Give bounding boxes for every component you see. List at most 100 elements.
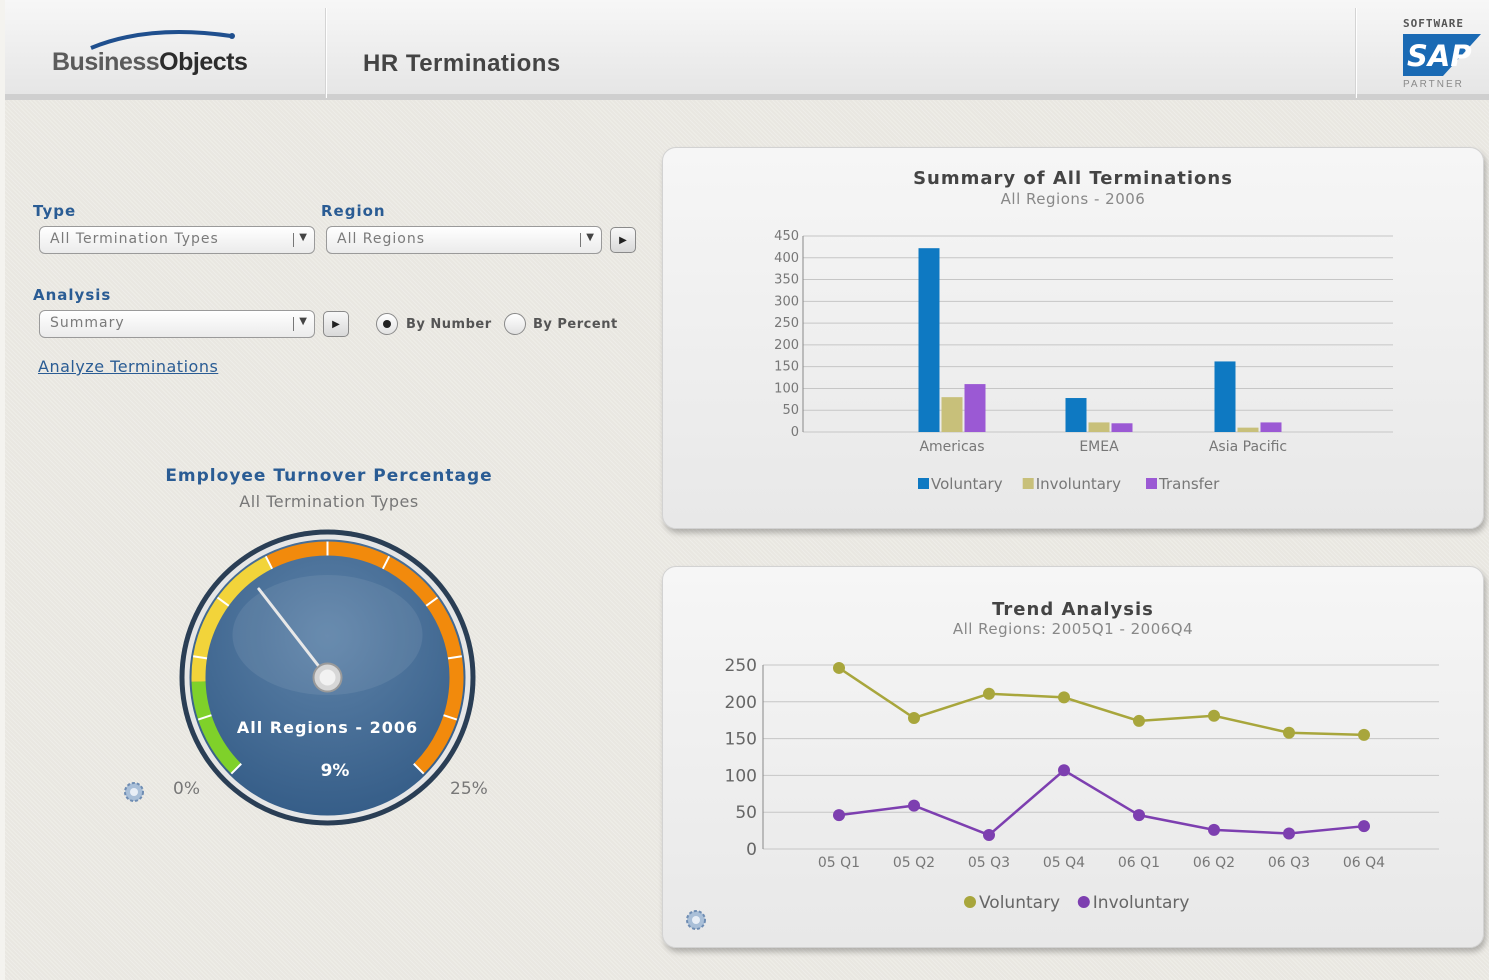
x-tick-label: EMEA — [1079, 439, 1119, 455]
svg-text:SAP: SAP — [1407, 39, 1472, 73]
bar-transfer-asia-pacific — [1260, 422, 1282, 432]
header-bar: BusinessObjects HR Terminations SOFTWARE… — [5, 0, 1489, 100]
summary-chart-panel: Summary of All Terminations All Regions … — [662, 147, 1484, 529]
legend-label: Voluntary — [979, 893, 1060, 913]
bar-voluntary-asia-pacific — [1214, 361, 1236, 432]
legend-label: Involuntary — [1036, 475, 1121, 493]
bar-involuntary-americas — [941, 397, 963, 432]
analysis-dropdown[interactable]: Summary ▼ — [39, 310, 315, 338]
y-tick-label: 50 — [782, 403, 799, 418]
chevron-down-icon: ▼ — [586, 232, 595, 243]
turnover-gauge: All Regions - 2006 9% — [179, 529, 476, 826]
header-divider — [1355, 8, 1356, 98]
trend-settings-gear-icon[interactable] — [685, 909, 707, 931]
gauge-value: 9% — [321, 761, 350, 781]
gauge-caption: All Regions - 2006 — [237, 718, 418, 737]
region-dropdown-value: All Regions — [337, 231, 426, 247]
by-percent-label[interactable]: By Percent — [533, 317, 618, 332]
summary-bar-chart: 0 50 100 150 200 250 300 350 400 450 Americas EMEA A… — [774, 229, 1393, 493]
legend-swatch — [1022, 478, 1034, 489]
x-tick-label: Americas — [919, 439, 984, 455]
legend-label: Involuntary — [1093, 893, 1190, 913]
y-tick-label: 100 — [725, 766, 757, 786]
point-voluntary — [1133, 714, 1145, 727]
x-tick-label: 05 Q2 — [893, 855, 935, 871]
analyze-terminations-link[interactable]: Analyze Terminations — [38, 357, 218, 376]
gauge-settings-gear-icon[interactable] — [123, 781, 145, 803]
bar-transfer-americas — [964, 384, 986, 432]
y-tick-label: 50 — [735, 803, 757, 823]
y-tick-label: 250 — [774, 316, 799, 331]
by-number-radio[interactable] — [376, 313, 398, 335]
radio-selected-dot — [383, 320, 391, 328]
header-divider — [325, 8, 326, 98]
point-involuntary — [833, 809, 845, 822]
legend-swatch — [918, 478, 929, 489]
trend-line-chart: 0 50 100 150 200 250 05 Q1 05 Q2 05 Q3 05 Q4 06 Q1… — [725, 656, 1439, 913]
by-number-label[interactable]: By Number — [406, 317, 492, 332]
point-involuntary — [908, 799, 920, 812]
point-voluntary — [1283, 726, 1295, 739]
point-voluntary — [983, 687, 995, 700]
point-involuntary — [1133, 809, 1145, 822]
legend-label: Voluntary — [931, 475, 1003, 493]
point-voluntary — [833, 661, 845, 674]
legend-swatch — [1077, 896, 1090, 908]
x-tick-label: 06 Q4 — [1343, 855, 1385, 871]
x-tick-label: 05 Q3 — [968, 855, 1010, 871]
type-label: Type — [33, 202, 77, 220]
region-dropdown[interactable]: All Regions ▼ — [326, 226, 602, 254]
analysis-label: Analysis — [33, 286, 112, 304]
legend-swatch — [1146, 478, 1157, 489]
point-involuntary — [983, 829, 995, 842]
point-involuntary — [1358, 820, 1370, 833]
brand-swoosh-icon — [90, 30, 235, 50]
play-icon: ▶ — [332, 319, 340, 330]
play-icon: ▶ — [619, 235, 627, 246]
point-involuntary — [1283, 827, 1295, 840]
sap-partner-logo: SOFTWARE SAP PARTNER — [1397, 14, 1487, 94]
y-tick-label: 150 — [725, 730, 757, 750]
legend-label: Transfer — [1158, 475, 1220, 493]
sap-logo-icon: SAP — [1403, 34, 1481, 76]
y-tick-label: 150 — [774, 360, 799, 375]
region-label: Region — [321, 202, 386, 220]
y-tick-label: 100 — [774, 381, 799, 396]
legend-swatch — [964, 896, 976, 908]
x-tick-label: 06 Q3 — [1268, 855, 1310, 871]
bar-involuntary-emea — [1088, 422, 1110, 432]
bar-voluntary-emea — [1065, 398, 1087, 432]
region-go-button[interactable]: ▶ — [610, 227, 636, 253]
brand-logo: BusinessObjects — [52, 48, 248, 76]
point-voluntary — [1208, 709, 1220, 722]
y-tick-label: 400 — [774, 251, 799, 266]
y-tick-label: 350 — [774, 273, 799, 288]
chevron-down-icon: ▼ — [299, 316, 308, 327]
analysis-dropdown-value: Summary — [50, 315, 125, 331]
dashboard-app: BusinessObjects HR Terminations SOFTWARE… — [5, 0, 1489, 980]
x-tick-label: Asia Pacific — [1209, 439, 1287, 455]
y-tick-label: 200 — [774, 338, 799, 353]
point-involuntary — [1058, 764, 1070, 777]
type-dropdown[interactable]: All Termination Types ▼ — [39, 226, 315, 254]
type-dropdown-value: All Termination Types — [50, 231, 219, 247]
bar-transfer-emea — [1111, 423, 1133, 432]
gauge-min-label: 0% — [173, 779, 200, 799]
y-tick-label: 450 — [774, 229, 799, 244]
by-percent-radio[interactable] — [504, 313, 526, 335]
gauge-subtitle: All Termination Types — [239, 492, 419, 511]
gauge-max-label: 25% — [450, 779, 488, 799]
bar-involuntary-asia-pacific — [1237, 427, 1259, 432]
chevron-down-icon: ▼ — [299, 232, 308, 243]
point-voluntary — [908, 711, 920, 724]
gauge-title: Employee Turnover Percentage — [165, 466, 493, 486]
y-tick-label: 300 — [774, 294, 799, 309]
analysis-go-button[interactable]: ▶ — [323, 311, 349, 337]
y-tick-label: 0 — [791, 425, 799, 440]
y-tick-label: 0 — [746, 840, 757, 860]
x-tick-label: 05 Q1 — [818, 855, 860, 871]
page-title: HR Terminations — [363, 50, 561, 77]
bar-voluntary-americas — [918, 248, 940, 432]
y-tick-label: 250 — [725, 656, 757, 676]
x-tick-label: 06 Q2 — [1193, 855, 1235, 871]
